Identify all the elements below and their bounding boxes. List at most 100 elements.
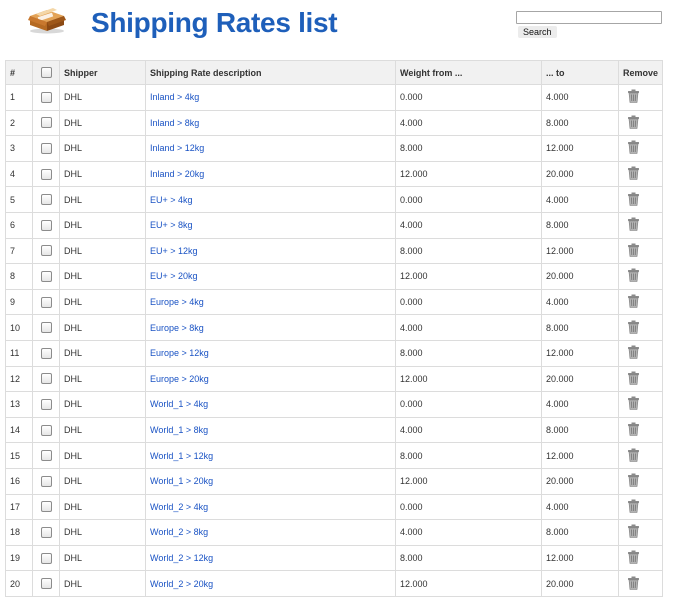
table-row: 20 DHL World_2 > 20kg 12.000 20.000 (5, 570, 663, 597)
trash-can-icon[interactable] (627, 268, 640, 284)
search-button[interactable]: Search (518, 26, 557, 38)
weight-from-cell: 0.000 (395, 391, 542, 418)
row-checkbox[interactable] (41, 526, 52, 538)
row-select-cell (32, 442, 60, 469)
trash-can-icon[interactable] (627, 192, 640, 208)
row-checkbox[interactable] (41, 424, 52, 436)
rate-description-link[interactable]: Inland > 8kg (150, 118, 199, 128)
trash-can-icon[interactable] (627, 550, 640, 566)
column-header-number[interactable]: # (5, 60, 33, 85)
row-select-cell (32, 416, 60, 444)
table-row: 13 DHL World_1 > 4kg 0.000 4.000 (5, 391, 663, 418)
rate-description-link[interactable]: World_1 > 20kg (150, 476, 213, 486)
trash-can-icon[interactable] (627, 320, 640, 336)
row-number: 12 (5, 365, 33, 393)
row-checkbox[interactable] (41, 347, 52, 359)
row-checkbox[interactable] (41, 91, 52, 103)
rate-description-link[interactable]: World_2 > 12kg (150, 553, 213, 563)
weight-from-cell: 8.000 (395, 544, 542, 572)
trash-can-icon[interactable] (627, 499, 640, 515)
trash-can-icon[interactable] (627, 294, 640, 310)
row-select-cell (32, 391, 60, 418)
rate-description-link[interactable]: EU+ > 4kg (150, 195, 193, 205)
trash-can-icon[interactable] (627, 448, 640, 464)
rate-description-link[interactable]: EU+ > 8kg (150, 220, 193, 230)
rate-description-link[interactable]: World_2 > 20kg (150, 579, 213, 589)
trash-can-icon[interactable] (627, 396, 640, 412)
remove-cell (618, 570, 663, 597)
search-input[interactable] (516, 11, 662, 24)
trash-can-icon[interactable] (627, 140, 640, 156)
trash-can-icon[interactable] (627, 473, 640, 489)
trash-can-icon[interactable] (627, 345, 640, 361)
table-row: 4 DHL Inland > 20kg 12.000 20.000 (5, 160, 663, 188)
row-checkbox[interactable] (41, 296, 52, 308)
shipper-cell: DHL (59, 186, 146, 213)
row-select-cell (32, 314, 60, 341)
row-checkbox[interactable] (41, 398, 52, 410)
row-checkbox[interactable] (41, 578, 52, 590)
table-row: 6 DHL EU+ > 8kg 4.000 8.000 (5, 211, 663, 239)
trash-can-icon[interactable] (627, 243, 640, 259)
row-checkbox[interactable] (41, 322, 52, 334)
remove-cell (618, 314, 663, 341)
row-checkbox[interactable] (41, 271, 52, 283)
rate-description-link[interactable]: World_2 > 4kg (150, 502, 208, 512)
rate-description-link[interactable]: Europe > 8kg (150, 323, 204, 333)
row-number: 7 (5, 237, 33, 265)
shipper-cell: DHL (59, 493, 146, 521)
column-header-description[interactable]: Shipping Rate description (145, 60, 396, 85)
rate-description-link[interactable]: Inland > 12kg (150, 143, 204, 153)
rate-description-link[interactable]: Inland > 4kg (150, 92, 199, 102)
column-header-select-all[interactable] (32, 60, 60, 85)
description-cell: World_2 > 12kg (145, 544, 396, 572)
trash-can-icon[interactable] (627, 371, 640, 387)
rate-description-link[interactable]: Europe > 20kg (150, 374, 209, 384)
row-checkbox[interactable] (41, 168, 52, 180)
trash-can-icon[interactable] (627, 166, 640, 182)
select-all-checkbox[interactable] (41, 67, 52, 79)
row-select-cell (32, 109, 60, 137)
rate-description-link[interactable]: EU+ > 12kg (150, 246, 198, 256)
description-cell: Inland > 8kg (145, 109, 396, 137)
row-checkbox[interactable] (41, 501, 52, 513)
trash-can-icon[interactable] (627, 115, 640, 131)
row-checkbox[interactable] (41, 143, 52, 155)
description-cell: Europe > 12kg (145, 339, 396, 367)
trash-can-icon[interactable] (627, 524, 640, 540)
table-row: 15 DHL World_1 > 12kg 8.000 12.000 (5, 442, 663, 469)
rate-description-link[interactable]: World_1 > 12kg (150, 451, 213, 461)
description-cell: Europe > 20kg (145, 365, 396, 393)
row-number: 13 (5, 391, 33, 418)
rate-description-link[interactable]: Europe > 4kg (150, 297, 204, 307)
rate-description-link[interactable]: Europe > 12kg (150, 348, 209, 358)
row-checkbox[interactable] (41, 373, 52, 385)
row-checkbox[interactable] (41, 245, 52, 257)
column-header-weight-from[interactable]: Weight from ... (395, 60, 542, 85)
rate-description-link[interactable]: World_1 > 8kg (150, 425, 208, 435)
row-checkbox[interactable] (41, 450, 52, 462)
column-header-shipper[interactable]: Shipper (59, 60, 146, 85)
rate-description-link[interactable]: World_2 > 8kg (150, 527, 208, 537)
remove-cell (618, 442, 663, 469)
trash-can-icon[interactable] (627, 89, 640, 105)
rate-description-link[interactable]: World_1 > 4kg (150, 399, 208, 409)
row-checkbox[interactable] (41, 117, 52, 129)
trash-can-icon[interactable] (627, 217, 640, 233)
row-number: 11 (5, 339, 33, 367)
trash-can-icon[interactable] (627, 576, 640, 592)
row-checkbox[interactable] (41, 219, 52, 231)
row-number: 6 (5, 211, 33, 239)
row-checkbox[interactable] (41, 475, 52, 487)
column-header-weight-to[interactable]: ... to (541, 60, 619, 85)
weight-to-cell: 4.000 (541, 288, 619, 316)
table-row: 9 DHL Europe > 4kg 0.000 4.000 (5, 288, 663, 316)
remove-cell (618, 109, 663, 137)
row-checkbox[interactable] (41, 552, 52, 564)
row-checkbox[interactable] (41, 194, 52, 206)
remove-cell (618, 519, 663, 546)
description-cell: Europe > 8kg (145, 314, 396, 341)
rate-description-link[interactable]: Inland > 20kg (150, 169, 204, 179)
trash-can-icon[interactable] (627, 422, 640, 438)
rate-description-link[interactable]: EU+ > 20kg (150, 271, 198, 281)
